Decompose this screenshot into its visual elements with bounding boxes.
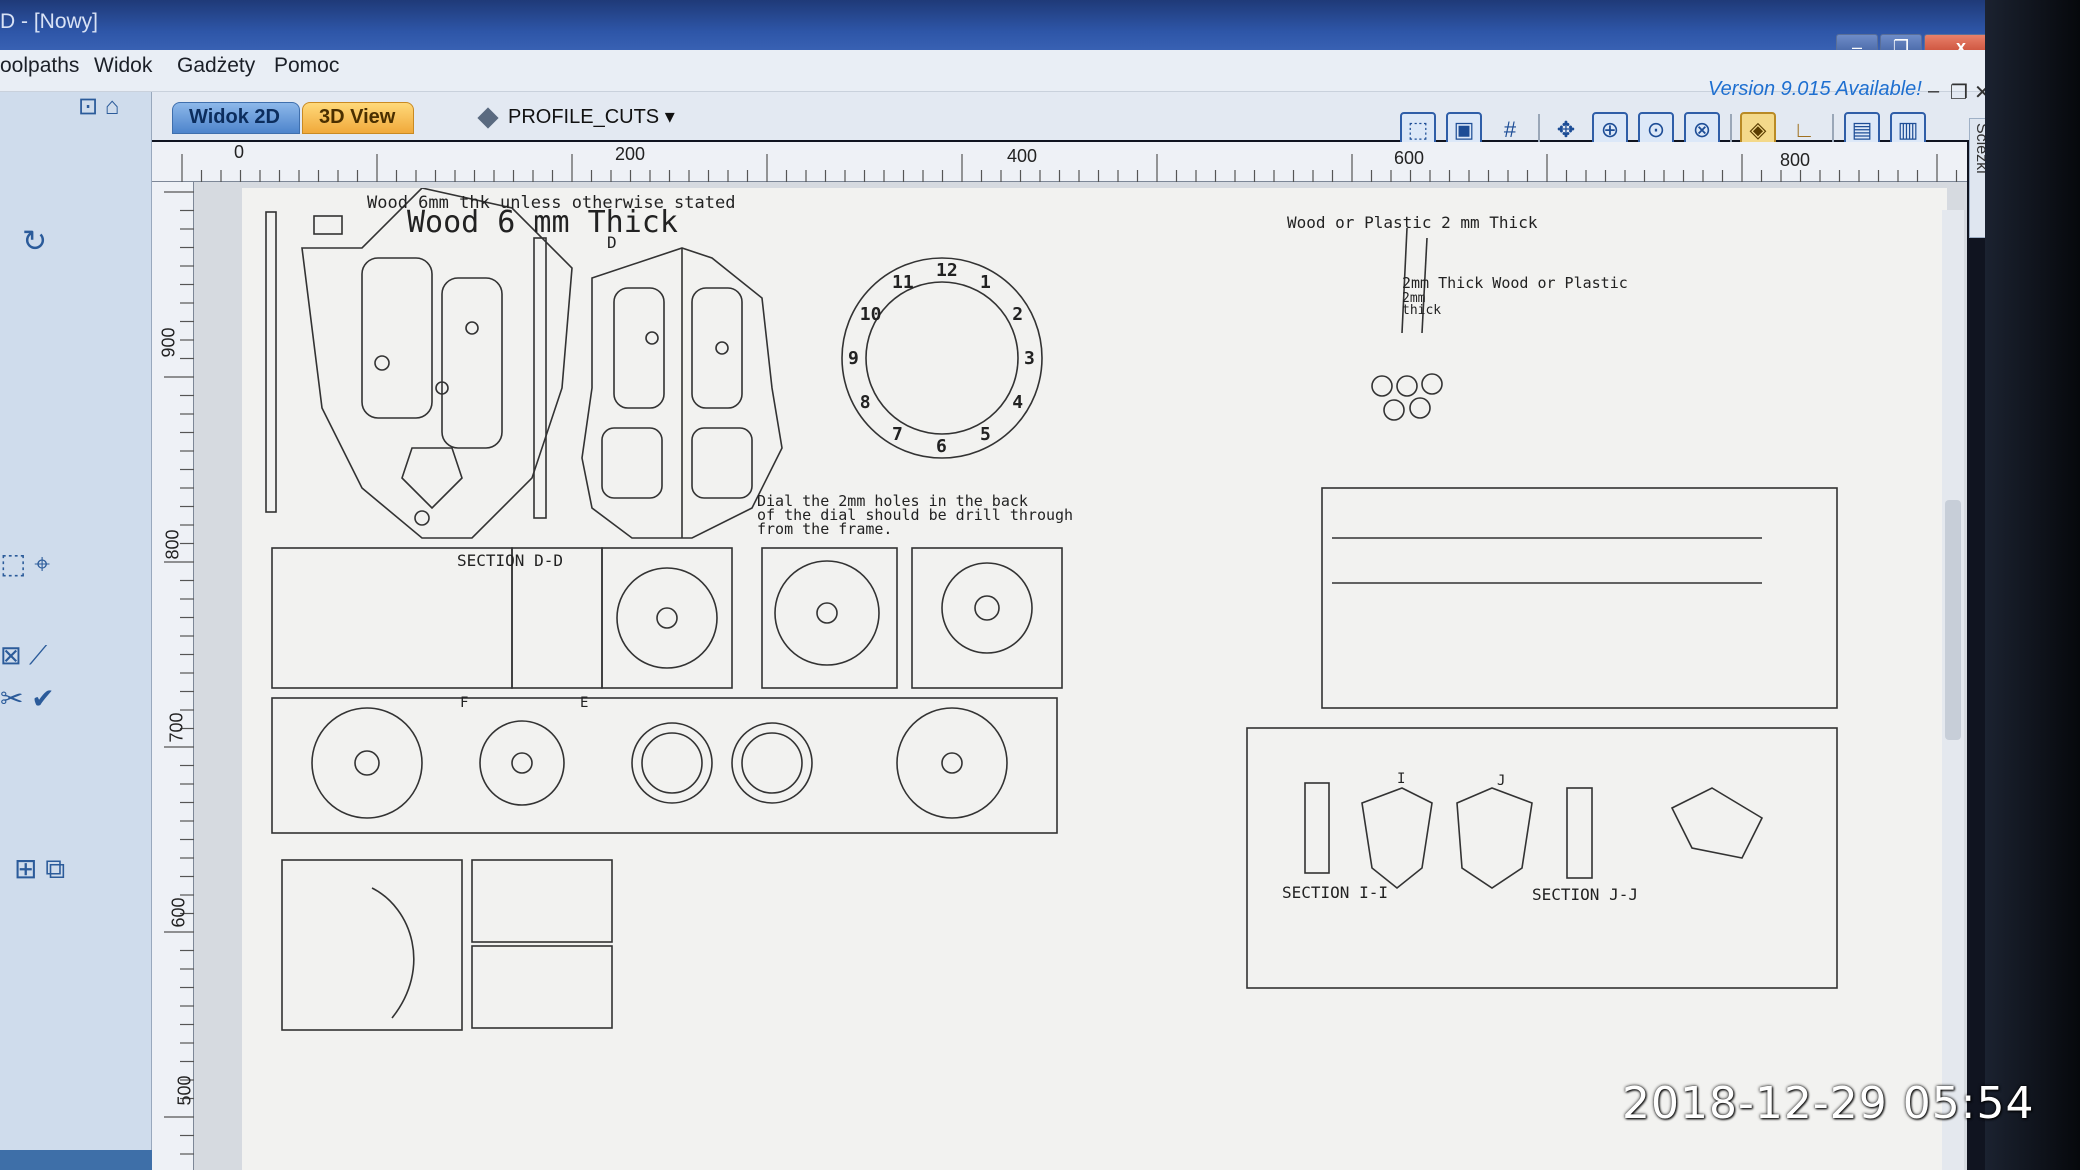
back-frame-part[interactable]: [301, 188, 573, 539]
weight-part[interactable]: [1670, 787, 1764, 859]
frame-strip-left[interactable]: [265, 211, 277, 513]
dial-note-line-3: from the frame.: [757, 520, 892, 538]
dial-number: 10: [860, 304, 882, 325]
redo-icon[interactable]: ↻: [22, 224, 47, 259]
layer-name: PROFILE_CUTS: [508, 106, 660, 128]
header-large-note: Wood 6 mm Thick: [407, 205, 678, 240]
ruler-label-900: 900: [158, 327, 179, 358]
ruler-label-0: 0: [234, 142, 245, 162]
frame-strip-mid[interactable]: [533, 237, 547, 519]
drawing-canvas[interactable]: Wood 6mm thk unless otherwise stated Woo…: [194, 182, 1967, 1170]
layer-dropdown[interactable]: PROFILE_CUTS ▾: [477, 104, 675, 132]
ruler-label-500v: 500: [174, 1075, 195, 1106]
node-edit-icon[interactable]: ⊠ ⟋: [0, 640, 47, 672]
section-marker-e: E: [580, 695, 588, 711]
section-dd-label: SECTION D-D: [457, 551, 563, 570]
doc-restore-icon[interactable]: ❐: [1950, 80, 1968, 105]
section-views-plate[interactable]: [1246, 727, 1838, 989]
ruler-label-800v: 800: [162, 529, 183, 560]
ruler-label-600v: 600: [168, 897, 189, 928]
layer-cube-icon: [477, 107, 499, 129]
pendulum-rod-plate[interactable]: [1321, 487, 1838, 709]
trigger-part[interactable]: [471, 945, 613, 1029]
hands-note-3: thick: [1402, 303, 1441, 318]
dial-number: 4: [1012, 392, 1023, 413]
tab-view-2d[interactable]: Widok 2D: [172, 102, 300, 134]
clock-dial[interactable]: [841, 257, 1043, 459]
dial-numbers: 12 12 3 45 6 78 9 10 11: [848, 260, 1035, 457]
horizontal-ruler-ticks: [181, 154, 1997, 182]
minute-hand-shield[interactable]: [1456, 787, 1533, 889]
left-tool-panel: ⊡ ⌂ ↻ ⬚ ⌖ ⊠ ⟋ ✂ ✔ ⊞ ⧉: [0, 92, 152, 1170]
crutch-part[interactable]: [281, 859, 463, 1031]
window-title: D - [Nowy]: [0, 10, 99, 33]
menu-item-view[interactable]: Widok: [94, 54, 152, 78]
section-jj-label: SECTION J-J: [1532, 885, 1638, 904]
frame-bracket[interactable]: [313, 215, 343, 235]
dial-number: 1: [980, 272, 991, 293]
section-marker-j: J: [1497, 773, 1505, 789]
photo-timestamp: 2018-12-29 05:54: [1622, 1078, 2035, 1129]
monitor-bezel: [1985, 0, 2080, 1170]
dial-number: 5: [980, 424, 991, 445]
ruler-label-800: 800: [1780, 150, 1811, 170]
section-marker-d: D: [607, 233, 617, 252]
gear-plate-2[interactable]: [761, 547, 898, 689]
cad-drawing[interactable]: Wood 6mm thk unless otherwise stated Woo…: [242, 188, 1947, 1170]
dial-number: 2: [1012, 304, 1023, 325]
ruler-label-400: 400: [1007, 146, 1038, 166]
dial-number: 9: [848, 348, 859, 369]
section-marker-i: I: [1397, 771, 1405, 787]
screen: D - [Nowy] – ❐ x oolpaths Widok Gadżety …: [0, 0, 2080, 1170]
vertical-ruler: 900 800 700 600 500: [152, 182, 195, 1170]
dial-number: 12: [936, 260, 958, 281]
dial-number: 11: [892, 272, 914, 293]
menu-item-gadgets[interactable]: Gadżety: [177, 54, 255, 78]
dial-number: 3: [1024, 348, 1035, 369]
transform-icon[interactable]: ⬚ ⌖: [0, 547, 50, 581]
lifting-lever-part[interactable]: [471, 859, 613, 943]
vertical-scrollbar[interactable]: [1942, 210, 1964, 1170]
section-ii-label: SECTION I-I: [1282, 883, 1388, 902]
array-icon[interactable]: ⊞ ⧉: [14, 852, 65, 886]
section-jj-part[interactable]: [1566, 787, 1593, 879]
escape-wheel-plate[interactable]: [911, 547, 1063, 689]
ruler-label-600: 600: [1394, 148, 1425, 168]
left-panel-footer: [0, 1150, 152, 1170]
dial-number: 7: [892, 424, 903, 445]
menu-item-help[interactable]: Pomoc: [274, 54, 339, 78]
gear-plate-1[interactable]: [601, 547, 733, 689]
version-available-link[interactable]: Version 9.015 Available!: [1708, 78, 1922, 101]
material-sheet[interactable]: Wood 6mm thk unless otherwise stated Woo…: [242, 188, 1947, 1170]
dial-number: 8: [860, 392, 871, 413]
hour-hand-shield[interactable]: [1361, 787, 1433, 890]
horizontal-ruler: 0 200 400 600 800: [152, 142, 1997, 182]
pin-icon[interactable]: ⊡ ⌂: [78, 92, 119, 121]
menu-item-toolpaths[interactable]: oolpaths: [0, 54, 79, 78]
section-ii-part[interactable]: [1304, 782, 1330, 874]
chevron-down-icon: ▾: [664, 106, 675, 128]
scrollbar-thumb[interactable]: [1945, 500, 1961, 740]
doc-minimize-icon[interactable]: –: [1928, 80, 1939, 103]
ruler-label-200: 200: [615, 144, 646, 164]
ruler-label-700v: 700: [166, 712, 187, 743]
tab-view-3d[interactable]: 3D View: [302, 102, 414, 134]
dial-number: 6: [936, 436, 947, 457]
menu-bar: oolpaths Widok Gadżety Pomoc: [0, 50, 2005, 92]
front-frame-part[interactable]: [581, 247, 783, 539]
right-header-note: Wood or Plastic 2 mm Thick: [1287, 213, 1538, 232]
trim-icon[interactable]: ✂ ✔: [0, 682, 55, 715]
hands-note-1: 2mm Thick Wood or Plastic: [1402, 274, 1628, 292]
section-marker-f: F: [460, 695, 468, 711]
